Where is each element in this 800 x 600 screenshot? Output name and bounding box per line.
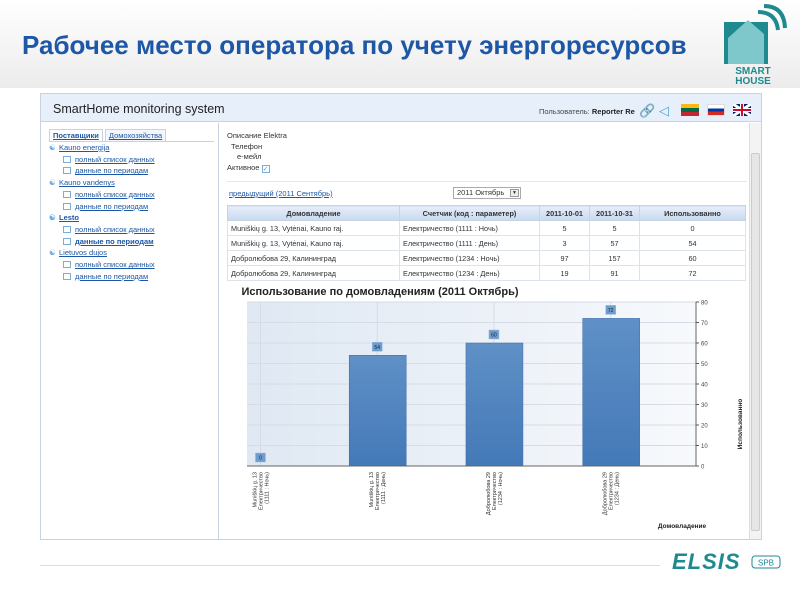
y-tick-label: 80 [701, 301, 708, 307]
y-tick-label: 50 [701, 362, 708, 368]
y-axis-title: Использованно [737, 399, 744, 450]
data-label: 60 [491, 333, 497, 339]
footer-divider [40, 565, 660, 566]
y-tick-label: 10 [701, 444, 708, 450]
data-label: 72 [608, 308, 614, 314]
x-tick-label: (1234 : Ночь) [498, 472, 504, 505]
x-tick-label: (1111 : День) [381, 472, 387, 504]
svg-text:SPB: SPB [758, 559, 774, 568]
x-tick-label: (1234 : День) [615, 472, 621, 505]
data-label: 54 [374, 345, 380, 351]
y-tick-label: 20 [701, 424, 708, 430]
y-tick-label: 70 [701, 321, 708, 327]
elsis-logo: ELSIS SPB [672, 550, 781, 572]
bar [465, 342, 524, 467]
y-tick-label: 60 [701, 342, 708, 348]
svg-text:ELSIS: ELSIS [672, 550, 741, 572]
y-tick-label: 40 [701, 383, 708, 389]
y-tick-label: 0 [701, 465, 705, 471]
x-axis-title: Домовладение [658, 523, 707, 530]
usage-chart: 010203040506070800Muniškių g. 13 Електрич… [247, 301, 744, 530]
y-tick-label: 30 [701, 403, 708, 409]
bar [348, 355, 407, 467]
data-label: 0 [259, 456, 262, 462]
bar [582, 318, 640, 467]
x-tick-label: (1111 : Ночь) [264, 472, 270, 504]
